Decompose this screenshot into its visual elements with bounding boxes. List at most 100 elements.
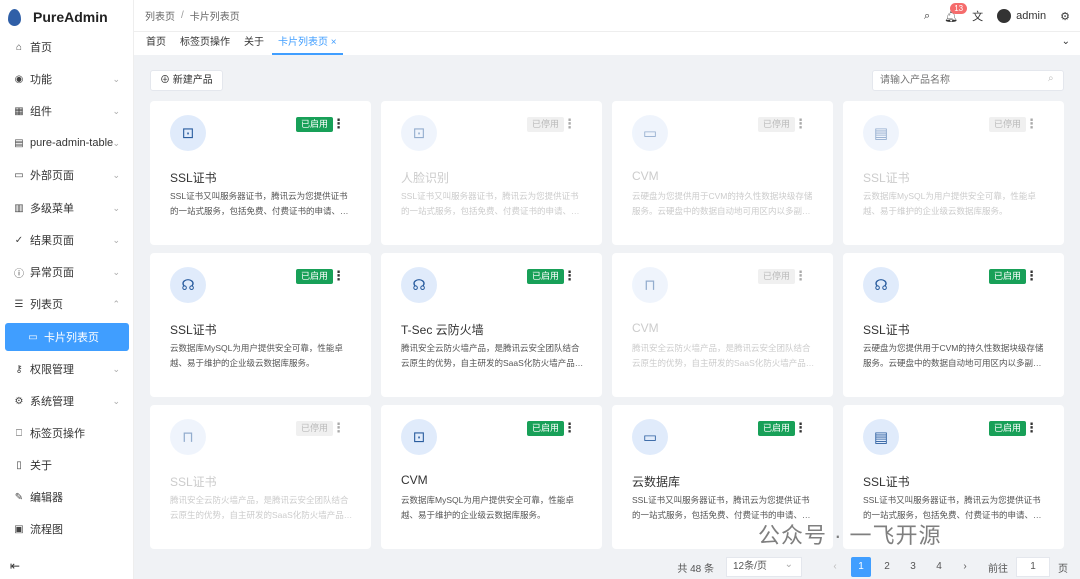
card-title: 云数据库	[632, 475, 681, 489]
sidebar-item[interactable]: ▦ 组件 ⌄	[0, 97, 134, 125]
notification-bell-icon[interactable]: 🔔︎ 13	[944, 2, 968, 23]
chevron-icon: ⌄	[112, 137, 120, 148]
product-search-input[interactable]	[872, 70, 1064, 91]
sidebar-item[interactable]: ▭ 卡片列表页	[5, 323, 129, 351]
list-icon: ☰	[14, 298, 24, 310]
page-3[interactable]: 3	[903, 557, 923, 577]
sidebar-item[interactable]: ▭ 外部页面 ⌄	[0, 161, 134, 189]
tab[interactable]: 卡片列表页 ×	[272, 32, 343, 55]
more-vertical-icon[interactable]: ⋮	[794, 267, 807, 285]
home-icon: ⌂	[15, 41, 23, 53]
card-title: T-Sec 云防火墙	[401, 323, 484, 337]
product-card[interactable]: ☊ 已启用 ⋮ SSL证书 云硬盘为您提供用于CVM的持久性数据块级存储服务。云…	[843, 253, 1064, 397]
calendar-icon: ▤	[863, 419, 899, 455]
more-vertical-icon[interactable]: ⋮	[332, 115, 345, 133]
sidebar-item-label: 结果页面	[30, 235, 74, 247]
info-circle-icon: ⓘ	[14, 268, 24, 280]
product-card[interactable]: ⊡ 已停用 ⋮ 人脸识别 SSL证书又叫服务器证书，腾讯云为您提供证书的一站式服…	[381, 101, 602, 245]
breadcrumb-item[interactable]: 列表页	[145, 8, 175, 23]
function-icon: ◉	[14, 73, 24, 85]
tab[interactable]: 关于	[238, 32, 270, 55]
search-icon: ⌕	[1048, 73, 1054, 84]
sidebar-item[interactable]: ▣ 流程图	[0, 515, 134, 543]
chevron-icon: ⌄	[112, 266, 120, 277]
product-card[interactable]: ⊡ 已启用 ⋮ CVM 云数据库MySQL为用户提供安全可靠，性能卓越、易于维护…	[381, 405, 602, 549]
sidebar-item[interactable]: ⓘ 异常页面 ⌄	[0, 258, 134, 286]
page-4[interactable]: 4	[929, 557, 949, 577]
settings-gear-icon[interactable]: ⚙	[1060, 10, 1070, 23]
more-vertical-icon[interactable]: ⋮	[332, 267, 345, 285]
card-description: SSL证书又叫服务器证书，腾讯云为您提供证书的一站式服务，包括免费、付费证书的申…	[170, 191, 349, 216]
more-vertical-icon[interactable]: ⋮	[1025, 115, 1038, 133]
sidebar-item-label: 标签页操作	[30, 428, 85, 440]
user-menu[interactable]: admin	[997, 9, 1046, 23]
product-card[interactable]: ⊓ 已停用 ⋮ CVM 腾讯安全云防火墙产品，是腾讯云安全团队结合云原生的优势，…	[612, 253, 833, 397]
headset-icon: ☊	[170, 267, 206, 303]
sidebar-item[interactable]: ⚙ 系统管理 ⌄	[0, 387, 134, 415]
page-suffix: 页	[1058, 563, 1068, 575]
card-description: 云数据库MySQL为用户提供安全可靠，性能卓越、易于维护的企业级云数据库服务。	[401, 495, 574, 520]
bar-chart-icon: ▥	[14, 202, 24, 214]
search-icon[interactable]: ⌕	[924, 10, 930, 23]
status-badge: 已启用	[526, 269, 564, 284]
card-description: 腾讯安全云防火墙产品，是腾讯云安全团队结合云原生的优势，自主研发的SaaS化防火…	[632, 343, 815, 368]
card-description: SSL证书又叫服务器证书，腾讯云为您提供证书的一站式服务，包括免费、付费证书的申…	[401, 191, 580, 216]
sidebar-item[interactable]: ☰ 列表页 ⌃	[0, 290, 134, 318]
product-card[interactable]: ⊡ 已启用 ⋮ SSL证书 SSL证书又叫服务器证书，腾讯云为您提供证书的一站式…	[150, 101, 371, 245]
sidebar: PureAdmin ⌂ 首页 ◉ 功能 ⌄ ▦ 组件 ⌄ ▤ pure-admin-table ⌄ ▭…	[0, 0, 134, 579]
sidebar-item[interactable]: ⚷ 权限管理 ⌄	[0, 355, 134, 383]
header: 列表页 / 卡片列表页 ⌕ 🔔︎ 13 文 admin ⚙	[134, 0, 1080, 32]
page-size-select[interactable]: 12条/页	[726, 556, 802, 577]
sidebar-item[interactable]: ✎ 编辑器	[0, 483, 134, 511]
status-badge: 已启用	[988, 269, 1026, 284]
tab[interactable]: 首页	[140, 32, 172, 55]
product-card[interactable]: ▭ 已停用 ⋮ CVM 云硬盘为您提供用于CVM的持久性数据块级存储服务。云硬盘…	[612, 101, 833, 245]
more-vertical-icon[interactable]: ⋮	[332, 419, 345, 437]
id-card-icon: ⊡	[401, 419, 437, 455]
notification-badge: 13	[950, 2, 968, 14]
sidebar-item[interactable]: ▯ 关于	[0, 451, 134, 479]
edit-icon: ✎	[14, 491, 24, 503]
sidebar-item[interactable]: ◉ 功能 ⌄	[0, 65, 134, 93]
tab[interactable]: 标签页操作	[174, 32, 236, 55]
sidebar-item[interactable]: ▤ pure-admin-table ⌄	[0, 129, 134, 157]
flowchart-icon: ▣	[14, 523, 24, 535]
more-vertical-icon[interactable]: ⋮	[794, 419, 807, 437]
chevron-down-icon[interactable]: ⌄	[1062, 36, 1070, 47]
product-card[interactable]: ▤ 已停用 ⋮ SSL证书 云数据库MySQL为用户提供安全可靠，性能卓越、易于…	[843, 101, 1064, 245]
more-vertical-icon[interactable]: ⋮	[563, 419, 576, 437]
chevron-icon: ⌃	[112, 298, 120, 309]
table-icon: ▤	[14, 137, 24, 149]
sidebar-item-label: 关于	[30, 460, 52, 472]
prev-page-button[interactable]: ‹	[825, 557, 845, 577]
next-page-button[interactable]: ›	[955, 557, 975, 577]
logo[interactable]: PureAdmin	[0, 0, 133, 34]
page-1[interactable]: 1	[851, 557, 871, 577]
status-badge: 已启用	[757, 421, 795, 436]
collapse-sidebar-icon[interactable]: ⇤	[10, 559, 20, 573]
username: admin	[1016, 9, 1047, 22]
sidebar-item[interactable]: ✓ 结果页面 ⌄	[0, 226, 134, 254]
more-vertical-icon[interactable]: ⋮	[563, 115, 576, 133]
chevron-icon: ⌄	[112, 363, 120, 374]
goto-page-input[interactable]: 1	[1016, 557, 1050, 577]
status-badge: 已启用	[295, 269, 333, 284]
more-vertical-icon[interactable]: ⋮	[563, 267, 576, 285]
sidebar-item[interactable]: ▥ 多级菜单 ⌄	[0, 194, 134, 222]
translate-icon[interactable]: 文	[972, 8, 983, 24]
status-badge: 已停用	[295, 421, 333, 436]
more-vertical-icon[interactable]: ⋮	[794, 115, 807, 133]
sidebar-item-label: 组件	[30, 106, 52, 118]
product-card[interactable]: ☊ 已启用 ⋮ T-Sec 云防火墙 腾讯安全云防火墙产品，是腾讯云安全团队结合…	[381, 253, 602, 397]
laptop-icon: ▭	[632, 419, 668, 455]
product-card[interactable]: ☊ 已启用 ⋮ SSL证书 云数据库MySQL为用户提供安全可靠，性能卓越、易于…	[150, 253, 371, 397]
status-badge: 已停用	[757, 269, 795, 284]
more-vertical-icon[interactable]: ⋮	[1025, 267, 1038, 285]
sidebar-item[interactable]: ⌂ 首页	[0, 33, 134, 61]
sidebar-item[interactable]: ⎕ 标签页操作	[0, 419, 134, 447]
page-2[interactable]: 2	[877, 557, 897, 577]
more-vertical-icon[interactable]: ⋮	[1025, 419, 1038, 437]
product-card[interactable]: ⊓ 已停用 ⋮ SSL证书 腾讯安全云防火墙产品，是腾讯云安全团队结合云原生的优…	[150, 405, 371, 549]
new-product-button[interactable]: ⊕ 新建产品	[150, 70, 223, 91]
card-title: CVM	[632, 321, 659, 335]
